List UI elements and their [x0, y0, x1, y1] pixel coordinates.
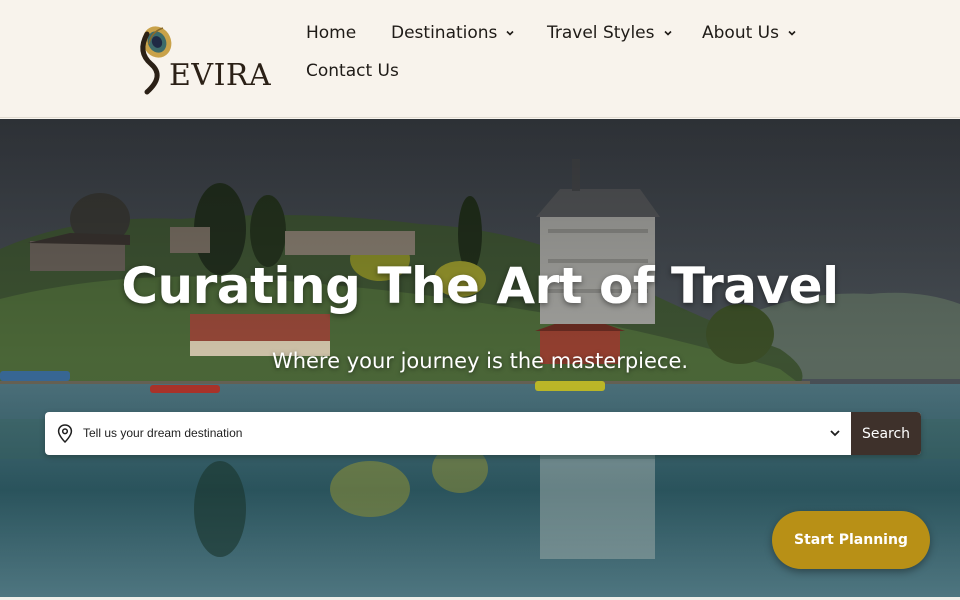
- search-button[interactable]: Search: [851, 412, 921, 455]
- brand-name: EVIRA: [169, 58, 272, 93]
- chevron-down-icon: [788, 30, 796, 36]
- chevron-down-icon[interactable]: [829, 428, 841, 438]
- nav-item-home[interactable]: Home: [306, 23, 356, 43]
- nav-item-contact-us[interactable]: Contact Us: [306, 61, 399, 81]
- nav-item-label: Destinations: [391, 23, 498, 43]
- hero-section: Curating The Art of Travel Where your jo…: [0, 119, 960, 597]
- destination-search-input[interactable]: [83, 412, 823, 455]
- nav-item-label: Travel Styles: [547, 23, 655, 43]
- destination-search-bar: Search: [45, 412, 921, 455]
- start-planning-button[interactable]: Start Planning: [772, 511, 930, 569]
- site-header: EVIRA Home Destinations Travel Styles Ab…: [0, 0, 960, 118]
- chevron-down-icon: [663, 30, 672, 36]
- nav-item-about-us[interactable]: About Us: [702, 23, 797, 43]
- nav-item-label: Contact Us: [306, 61, 399, 81]
- nav-item-destinations[interactable]: Destinations: [391, 23, 515, 43]
- chevron-down-icon: [506, 30, 514, 36]
- brand-logo[interactable]: EVIRA: [133, 22, 273, 96]
- hero-subtitle: Where your journey is the masterpiece.: [271, 349, 689, 373]
- map-pin-icon: [57, 424, 73, 443]
- hero-title: Curating The Art of Travel: [121, 257, 839, 315]
- nav-item-travel-styles[interactable]: Travel Styles: [547, 23, 673, 43]
- nav-item-label: Home: [306, 23, 357, 43]
- nav-item-label: About Us: [702, 23, 779, 43]
